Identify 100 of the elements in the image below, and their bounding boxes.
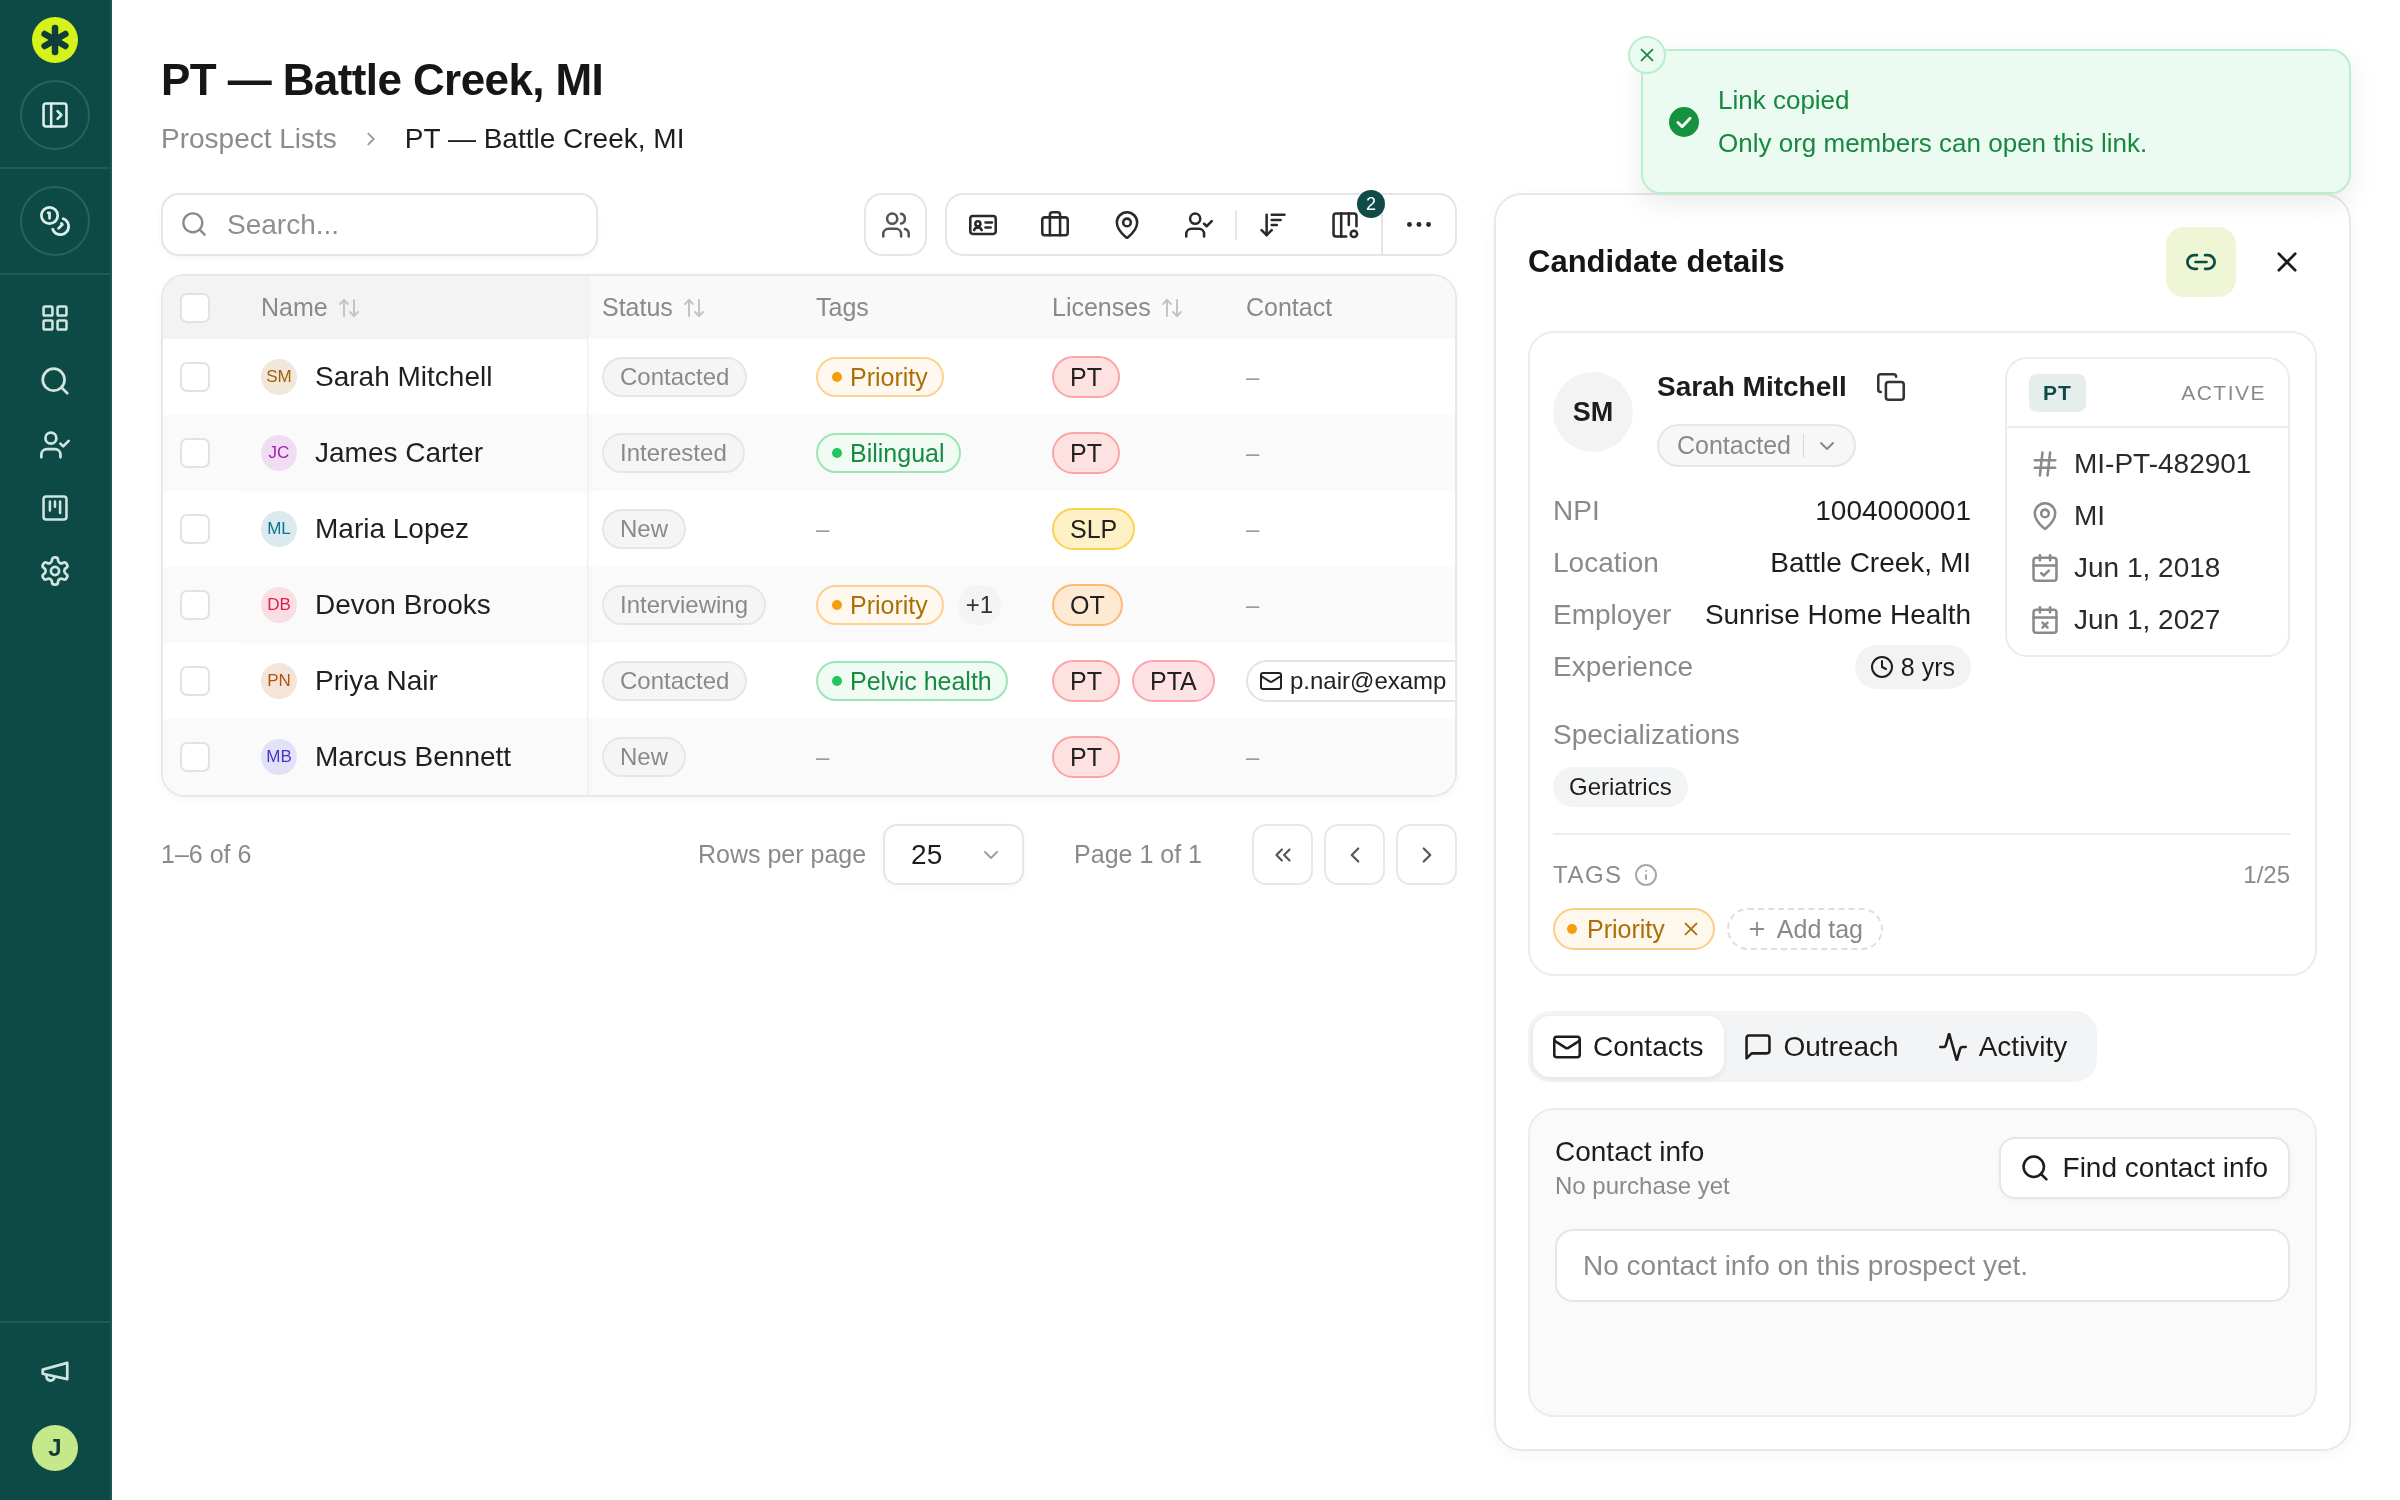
settings-icon[interactable] xyxy=(40,556,70,586)
toast-title: Link copied xyxy=(1718,84,1851,117)
user-check-icon[interactable] xyxy=(1185,210,1213,239)
sort-arrows-icon xyxy=(337,296,360,319)
mail-icon xyxy=(1260,670,1282,692)
copy-icon[interactable] xyxy=(1876,373,1905,401)
grid-icon[interactable] xyxy=(41,304,69,332)
tag-label: Priority xyxy=(850,362,928,392)
ellipsis-icon[interactable] xyxy=(1407,222,1431,227)
initials-avatar: PN xyxy=(261,663,297,699)
copy-link-button[interactable] xyxy=(2166,227,2236,297)
field-label: Employer xyxy=(1553,599,1672,631)
candidate-name[interactable]: Maria Lopez xyxy=(315,513,470,545)
board-icon[interactable] xyxy=(41,494,69,522)
section-subtitle: No purchase yet xyxy=(1555,1171,1730,1201)
field-value: Battle Creek, MI xyxy=(1770,547,1971,579)
users-icon xyxy=(881,210,910,239)
license-type-badge: PT xyxy=(2029,373,2086,412)
initials-avatar: JC xyxy=(261,435,297,471)
columns-gear-icon[interactable] xyxy=(1331,210,1359,239)
candidate-name[interactable]: Priya Nair xyxy=(315,665,438,697)
map-pin-icon xyxy=(2031,502,2059,530)
calendar-check-icon xyxy=(2031,554,2059,582)
tab[interactable]: Contacts xyxy=(1533,1016,1724,1077)
row-checkbox[interactable] xyxy=(180,362,210,392)
activity-icon xyxy=(1938,1032,1967,1061)
field-value: Sunrise Home Health xyxy=(1704,599,1971,631)
empty-value: – xyxy=(1246,515,1260,543)
user-avatar[interactable]: J xyxy=(32,1425,78,1471)
row-checkbox[interactable] xyxy=(180,590,210,620)
license-detail: Jun 1, 2018 xyxy=(2074,552,2221,584)
initials-avatar: MB xyxy=(261,739,297,775)
license-chip: PT xyxy=(1052,736,1120,778)
user-check-icon[interactable] xyxy=(40,430,70,460)
empty-value: – xyxy=(1246,363,1260,391)
license-chip: OT xyxy=(1052,584,1123,626)
tag-label: Pelvic health xyxy=(850,666,992,696)
info-icon xyxy=(1634,864,1657,886)
panel-icon xyxy=(41,101,69,129)
sort-arrows-icon xyxy=(682,296,705,319)
status-pill: Contacted xyxy=(602,357,748,397)
empty-value: – xyxy=(816,515,830,543)
candidate-name[interactable]: Sarah Mitchell xyxy=(315,361,493,393)
status-pill: Interested xyxy=(602,433,745,473)
tab[interactable]: Activity xyxy=(1918,1016,2088,1077)
rows-per-page-select[interactable]: 25 xyxy=(883,824,1025,885)
email-chip[interactable]: p.nair@examp xyxy=(1246,660,1455,702)
sidebar-toggle-button[interactable] xyxy=(20,80,90,150)
panel-title: Candidate details xyxy=(1528,244,1785,280)
check-circle-icon xyxy=(1669,106,1699,137)
tag-label: Priority xyxy=(850,590,928,620)
search-icon xyxy=(2020,1154,2049,1182)
row-checkbox[interactable] xyxy=(180,742,210,772)
license-status: ACTIVE xyxy=(2181,380,2266,405)
field-label: NPI xyxy=(1553,495,1600,527)
candidate-name[interactable]: James Carter xyxy=(315,437,484,469)
status-pill: New xyxy=(602,509,686,549)
search-icon[interactable] xyxy=(40,366,70,396)
clock-icon xyxy=(1870,656,1893,678)
field-value: 8 yrs xyxy=(1900,652,1955,682)
users-button[interactable] xyxy=(864,193,927,256)
tag-label: Bilingual xyxy=(850,438,945,468)
map-pin-icon[interactable] xyxy=(1113,210,1141,239)
briefcase-icon[interactable] xyxy=(1041,210,1069,239)
count-badge: 2 xyxy=(1357,190,1385,218)
toast-message: Only org members can open this link. xyxy=(1718,127,2148,160)
select-all-checkbox[interactable] xyxy=(180,292,210,323)
page-indicator: Page 1 of 1 xyxy=(1074,840,1202,869)
specialization-chip: Geriatrics xyxy=(1553,767,1688,807)
more-tags-count[interactable]: +1 xyxy=(957,585,1002,625)
candidate-name[interactable]: Marcus Bennett xyxy=(315,741,512,773)
license-detail: MI-PT-482901 xyxy=(2074,448,2252,480)
field-value: 1004000001 xyxy=(1815,495,1971,527)
row-checkbox[interactable] xyxy=(180,666,210,696)
tab[interactable]: Outreach xyxy=(1723,1016,1919,1077)
license-detail: Jun 1, 2027 xyxy=(2074,604,2221,636)
find-contact-button[interactable]: Find contact info xyxy=(1998,1137,2290,1199)
row-checkbox[interactable] xyxy=(180,438,210,468)
initials-avatar: SM xyxy=(1553,372,1633,452)
license-chip: PT xyxy=(1052,660,1120,702)
license-chip: PT xyxy=(1052,432,1120,474)
row-checkbox[interactable] xyxy=(180,514,210,544)
status-pill: Contacted xyxy=(602,661,748,701)
license-chip: PT xyxy=(1052,356,1120,398)
hash-icon xyxy=(2031,450,2059,478)
field-label: Location xyxy=(1553,547,1659,579)
coins-button[interactable] xyxy=(20,186,90,256)
empty-value: – xyxy=(1246,439,1260,467)
empty-value: – xyxy=(1246,743,1260,771)
candidate-name[interactable]: Devon Brooks xyxy=(315,589,491,621)
tag-label: Priority xyxy=(1587,914,1665,944)
field-label: Experience xyxy=(1553,651,1694,683)
initials-avatar: SM xyxy=(261,359,297,395)
search-field[interactable]: Search... xyxy=(161,193,598,256)
results-range: 1–6 of 6 xyxy=(161,840,252,869)
sort-arrows-icon xyxy=(1160,296,1183,319)
tag-count: 1/25 xyxy=(2243,861,2290,889)
section-label: TAGS xyxy=(1553,861,1623,889)
logo-icon[interactable] xyxy=(32,17,78,63)
column-header: Contact xyxy=(1246,293,1333,322)
